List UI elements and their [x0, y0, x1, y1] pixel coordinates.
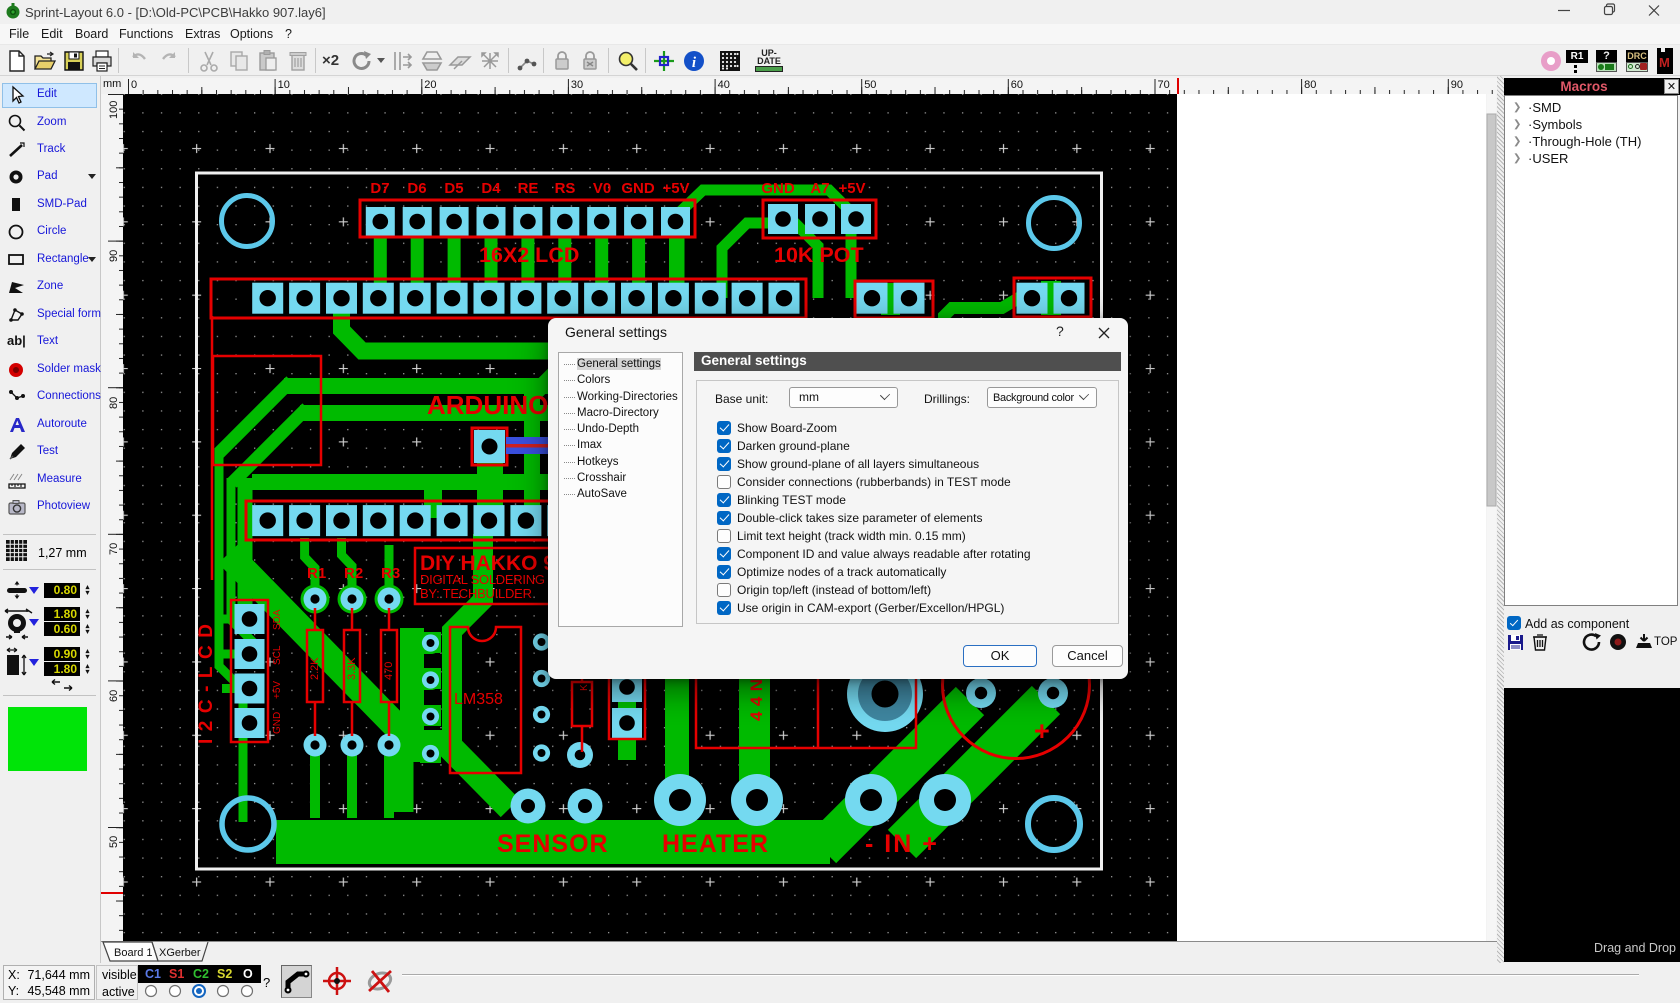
svg-text:D4: D4	[481, 180, 501, 197]
svg-text:90: 90	[108, 250, 120, 262]
svg-text:RS: RS	[555, 180, 576, 197]
svg-text:D5: D5	[444, 180, 463, 197]
svg-text:80: 80	[108, 397, 120, 409]
svg-text:44N: 44N	[747, 679, 766, 721]
svg-text:60: 60	[108, 690, 120, 702]
svg-text:70: 70	[1158, 79, 1170, 91]
svg-text:100: 100	[108, 101, 120, 119]
svg-text:+5V: +5V	[272, 681, 283, 699]
svg-text:GND: GND	[272, 712, 283, 734]
svg-text:R2: R2	[344, 565, 363, 582]
svg-text:GND: GND	[621, 180, 655, 197]
svg-text:+5V: +5V	[838, 180, 865, 197]
svg-text:HEATER: HEATER	[662, 830, 769, 858]
svg-text:SENSOR: SENSOR	[497, 830, 609, 858]
svg-text:K: K	[579, 684, 590, 691]
svg-text:LM358: LM358	[454, 691, 503, 708]
svg-text:80: 80	[1304, 79, 1316, 91]
svg-text:70: 70	[108, 543, 120, 555]
svg-text:40: 40	[718, 79, 730, 91]
svg-text:10K POT: 10K POT	[774, 243, 864, 267]
svg-text:16X2 LCD: 16X2 LCD	[479, 243, 579, 267]
svg-text:50: 50	[108, 836, 120, 848]
svg-text:RE: RE	[518, 180, 539, 197]
svg-text:SCL: SCL	[272, 645, 283, 665]
svg-text:ARDUINO: ARDUINO	[427, 390, 548, 420]
svg-text:DIGITAL SOLDERING: DIGITAL SOLDERING	[420, 572, 545, 587]
svg-text:R1: R1	[307, 565, 326, 582]
svg-text:V0: V0	[593, 180, 611, 197]
svg-text:90: 90	[1451, 79, 1463, 91]
svg-text:D6: D6	[407, 180, 426, 197]
svg-text:50: 50	[864, 79, 876, 91]
svg-text:60: 60	[1011, 79, 1023, 91]
svg-text:R3: R3	[381, 565, 400, 582]
svg-text:+5V: +5V	[662, 180, 689, 197]
svg-text:10: 10	[278, 79, 290, 91]
svg-text:Board 1: Board 1	[114, 947, 153, 959]
svg-text:0: 0	[131, 79, 137, 91]
svg-text:30: 30	[571, 79, 583, 91]
svg-text:BY: TECHBUILDER: BY: TECHBUILDER	[420, 586, 532, 601]
svg-text:+: +	[1034, 716, 1050, 746]
svg-text:SDA: SDA	[272, 609, 283, 630]
svg-text:- IN +: - IN +	[865, 830, 939, 858]
svg-text:D7: D7	[370, 180, 389, 197]
svg-text:A7: A7	[810, 180, 829, 197]
svg-text:2.2K: 2.2K	[309, 657, 321, 680]
svg-text:XGerber: XGerber	[159, 947, 201, 959]
svg-text:GND: GND	[761, 180, 795, 197]
svg-text:3.3K: 3.3K	[346, 657, 358, 680]
svg-text:20: 20	[424, 79, 436, 91]
svg-text:470: 470	[383, 662, 395, 680]
